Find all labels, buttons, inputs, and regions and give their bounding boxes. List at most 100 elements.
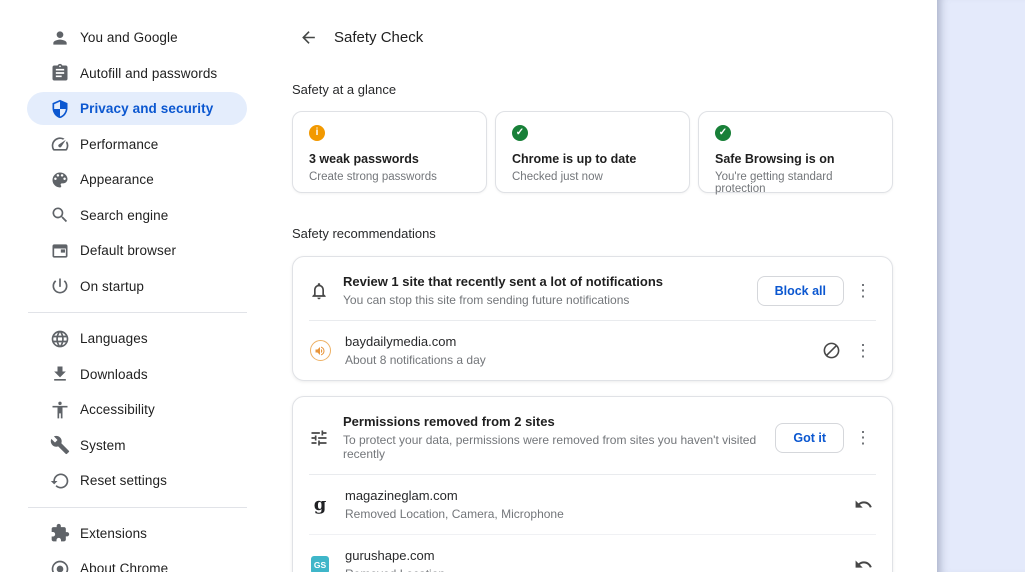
- sidebar-item-label: On startup: [80, 279, 144, 294]
- tune-icon: [309, 428, 329, 448]
- person-icon: [50, 28, 70, 48]
- site-texts: gurushape.com Removed Location: [345, 548, 850, 572]
- safety-check-page: Safety Check Safety at a glance i 3 weak…: [292, 0, 893, 572]
- accessibility-icon: [50, 400, 70, 420]
- success-check-icon: ✓: [715, 125, 731, 141]
- sidebar-item-label: Search engine: [80, 208, 168, 223]
- site-domain: magazineglam.com: [345, 488, 850, 503]
- got-it-button[interactable]: Got it: [775, 423, 844, 453]
- site-favicon: g: [309, 494, 331, 516]
- glance-cards-row: i 3 weak passwords Create strong passwor…: [292, 111, 893, 193]
- site-detail: About 8 notifications a day: [345, 353, 818, 367]
- success-check-icon: ✓: [512, 125, 528, 141]
- download-icon: [50, 364, 70, 384]
- sidebar-divider: [28, 507, 247, 508]
- card-subtitle: To protect your data, permissions were r…: [343, 433, 765, 461]
- undo-icon[interactable]: [850, 552, 876, 572]
- warning-info-icon: i: [309, 125, 325, 141]
- power-icon: [50, 276, 70, 296]
- site-domain: baydailymedia.com: [345, 334, 818, 349]
- glance-card-safe-browsing[interactable]: ✓ Safe Browsing is on You're getting sta…: [698, 111, 893, 193]
- sidebar-item-label: Performance: [80, 137, 158, 152]
- sidebar-item-label: About Chrome: [80, 561, 168, 572]
- notifications-review-card: Review 1 site that recently sent a lot o…: [292, 256, 893, 381]
- desktop-background-strip: [937, 0, 1025, 572]
- shield-icon: [50, 99, 70, 119]
- sidebar-item-label: Accessibility: [80, 402, 155, 417]
- sidebar-item-label: System: [80, 438, 126, 453]
- site-row-gurushape: GS gurushape.com Removed Location: [293, 535, 892, 572]
- permissions-card-titles: Permissions removed from 2 sites To prot…: [343, 414, 775, 461]
- sidebar-item-label: You and Google: [80, 30, 178, 45]
- sidebar-item-you-and-google[interactable]: You and Google: [0, 20, 270, 56]
- page-title: Safety Check: [334, 29, 423, 46]
- glance-card-subtitle: Checked just now: [512, 171, 673, 183]
- card-title: Permissions removed from 2 sites: [343, 414, 765, 429]
- letter-g-favicon: g: [314, 494, 327, 515]
- sidebar-item-label: Downloads: [80, 367, 148, 382]
- undo-icon[interactable]: [850, 492, 876, 518]
- more-options-icon[interactable]: ⋮: [850, 429, 876, 446]
- sidebar-item-privacy-security[interactable]: Privacy and security: [0, 91, 270, 127]
- glance-card-updates[interactable]: ✓ Chrome is up to date Checked just now: [495, 111, 690, 193]
- site-favicon: GS: [309, 554, 331, 572]
- card-title: Review 1 site that recently sent a lot o…: [343, 274, 747, 289]
- glance-card-title: Chrome is up to date: [512, 152, 673, 166]
- more-options-icon[interactable]: ⋮: [850, 282, 876, 299]
- page-header: Safety Check: [292, 0, 893, 49]
- sidebar-item-reset-settings[interactable]: Reset settings: [0, 463, 270, 499]
- glance-card-title: 3 weak passwords: [309, 152, 470, 166]
- site-row-magazineglam: g magazineglam.com Removed Location, Cam…: [293, 475, 892, 534]
- gs-favicon: GS: [311, 556, 329, 572]
- sidebar-item-search-engine[interactable]: Search engine: [0, 198, 270, 234]
- sidebar-item-about-chrome[interactable]: About Chrome: [0, 551, 270, 572]
- permissions-removed-card: Permissions removed from 2 sites To prot…: [292, 396, 893, 572]
- notifications-card-titles: Review 1 site that recently sent a lot o…: [343, 274, 757, 307]
- block-site-icon[interactable]: [818, 338, 844, 364]
- glance-card-title: Safe Browsing is on: [715, 152, 876, 166]
- search-icon: [50, 205, 70, 225]
- sidebar-item-performance[interactable]: Performance: [0, 127, 270, 163]
- bell-icon: [309, 281, 329, 301]
- card-subtitle: You can stop this site from sending futu…: [343, 293, 747, 307]
- sidebar-item-appearance[interactable]: Appearance: [0, 162, 270, 198]
- puzzle-icon: [50, 523, 70, 543]
- sidebar-item-on-startup[interactable]: On startup: [0, 269, 270, 305]
- permissions-card-header: Permissions removed from 2 sites To prot…: [293, 397, 892, 474]
- clipboard-icon: [50, 63, 70, 83]
- sidebar-item-languages[interactable]: Languages: [0, 321, 270, 357]
- notifications-card-header: Review 1 site that recently sent a lot o…: [293, 257, 892, 320]
- glance-card-passwords[interactable]: i 3 weak passwords Create strong passwor…: [292, 111, 487, 193]
- sidebar-item-label: Autofill and passwords: [80, 66, 217, 81]
- palette-icon: [50, 170, 70, 190]
- wrench-icon: [50, 435, 70, 455]
- browser-window-icon: [50, 241, 70, 261]
- site-domain: gurushape.com: [345, 548, 850, 563]
- globe-icon: [50, 329, 70, 349]
- sidebar-item-downloads[interactable]: Downloads: [0, 357, 270, 393]
- glance-heading: Safety at a glance: [292, 82, 893, 97]
- recommendations-heading: Safety recommendations: [292, 226, 893, 241]
- sidebar-item-label: Reset settings: [80, 473, 167, 488]
- sidebar-item-label: Default browser: [80, 243, 176, 258]
- site-row-baydailymedia: baydailymedia.com About 8 notifications …: [293, 321, 892, 380]
- sidebar-item-default-browser[interactable]: Default browser: [0, 233, 270, 269]
- more-options-icon[interactable]: ⋮: [850, 342, 876, 359]
- back-arrow-icon[interactable]: [296, 25, 320, 49]
- site-favicon: [309, 340, 331, 362]
- sidebar-item-label: Languages: [80, 331, 148, 346]
- sidebar-item-label: Privacy and security: [80, 101, 213, 116]
- sidebar-item-autofill[interactable]: Autofill and passwords: [0, 56, 270, 92]
- reset-icon: [50, 471, 70, 491]
- site-detail: Removed Location, Camera, Microphone: [345, 507, 850, 521]
- chrome-logo-icon: [50, 559, 70, 572]
- site-detail: Removed Location: [345, 567, 850, 572]
- sidebar-item-system[interactable]: System: [0, 428, 270, 464]
- sidebar-item-extensions[interactable]: Extensions: [0, 516, 270, 552]
- sidebar-item-label: Extensions: [80, 526, 147, 541]
- block-all-button[interactable]: Block all: [757, 276, 844, 306]
- sidebar-item-accessibility[interactable]: Accessibility: [0, 392, 270, 428]
- site-texts: magazineglam.com Removed Location, Camer…: [345, 488, 850, 521]
- speedometer-icon: [50, 134, 70, 154]
- glance-card-subtitle: You're getting standard protection: [715, 171, 876, 195]
